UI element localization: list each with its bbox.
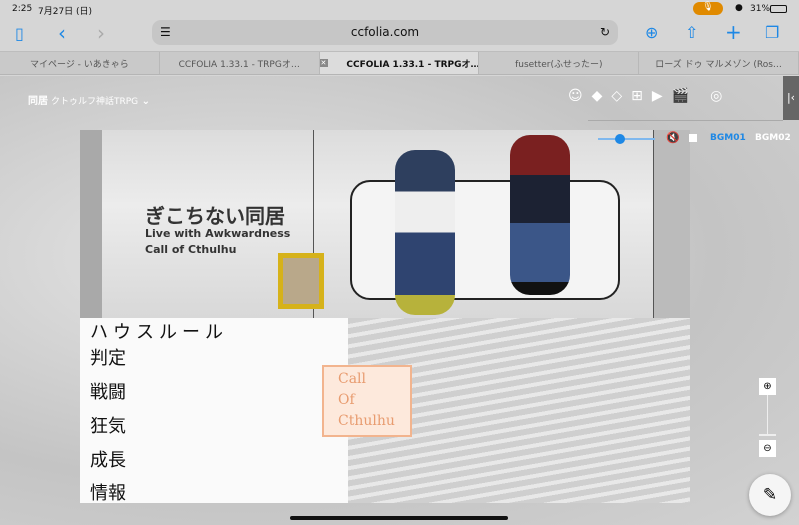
back-button[interactable]: ‹ (58, 21, 66, 45)
add-note-icon[interactable]: ⊞ (631, 88, 643, 104)
mute-icon[interactable]: 🔇 (666, 131, 680, 144)
tab-4[interactable]: fusetter(ふせったー) (479, 52, 640, 74)
zoom-out-icon[interactable]: ⊖ (759, 440, 776, 457)
character-token-blue[interactable] (395, 150, 455, 315)
zoom-slider-thumb[interactable] (759, 434, 776, 436)
tab-3[interactable]: ✕ CCFOLIA 1.33.1 - TRPGオ… (319, 52, 480, 74)
rule-item: 成長 (90, 450, 126, 471)
framed-portrait[interactable] (278, 253, 324, 309)
layers-outline-icon[interactable]: ◇ (611, 88, 622, 104)
room-name: 同居 (28, 96, 48, 107)
collapse-panel-button[interactable]: |‹ (783, 76, 799, 120)
status-time: 2:25 (12, 4, 33, 14)
download-icon[interactable]: ⊕ (645, 23, 658, 42)
battery-icon (770, 5, 787, 13)
status-date: 7月27日 (日) (38, 7, 93, 17)
rule-item: 戦闘 (90, 382, 126, 403)
scene-icon[interactable]: 🎬 (672, 88, 689, 104)
stop-icon[interactable] (689, 134, 697, 142)
address-bar[interactable]: ☰ ccfolia.com ↻ (152, 20, 618, 45)
tab-overview-icon[interactable]: ❐ (765, 23, 779, 42)
rule-item: 判定 (90, 348, 126, 369)
zoom-in-icon[interactable]: ⊕ (759, 378, 776, 395)
tab-label: ローズ ドゥ マルメゾン (Ros… (655, 59, 782, 70)
rule-item: 狂気 (90, 416, 126, 437)
system-name: Call of Cthulhu (145, 243, 237, 256)
banner-edge (80, 130, 102, 318)
wifi-icon: ● (735, 3, 743, 13)
bgm02-tab[interactable]: BGM02 (755, 133, 791, 143)
tab-1[interactable]: マイページ - いあきゃら (0, 52, 160, 74)
tab-label: CCFOLIA 1.33.1 - TRPGオ… (178, 59, 300, 70)
tab-label: fusetter(ふせったー) (515, 59, 603, 70)
tab-5[interactable]: ローズ ドゥ マルメゾン (Ros… (639, 52, 799, 74)
avatar[interactable]: ◎ (710, 88, 722, 104)
game-board[interactable]: ぎこちない同居 Live with Awkwardness Call of Ct… (80, 130, 690, 504)
title-banner: ぎこちない同居 Live with Awkwardness Call of Ct… (80, 130, 690, 318)
character-icon[interactable]: ☺ (568, 88, 583, 104)
title-jp: ぎこちない同居 (145, 204, 285, 228)
forward-button[interactable]: › (97, 21, 105, 45)
chevron-down-icon: ⌄ (141, 96, 151, 107)
new-tab-icon[interactable]: + (725, 20, 742, 44)
close-tab-icon[interactable]: ✕ (319, 59, 329, 67)
reader-icon[interactable]: ☰ (160, 20, 171, 45)
character-token-red[interactable] (510, 135, 570, 295)
pencil-icon: ✎ (762, 485, 778, 505)
share-icon[interactable]: ⇧ (685, 23, 698, 42)
tab-2[interactable]: CCFOLIA 1.33.1 - TRPGオ… (160, 52, 320, 74)
tab-bar: マイページ - いあきゃら CCFOLIA 1.33.1 - TRPGオ… ✕ C… (0, 51, 799, 75)
screen-icon[interactable]: ▶ (652, 88, 663, 104)
rule-item: 情報 (90, 483, 126, 504)
banner-edge (653, 130, 690, 318)
room-system: クトゥルフ神話TRPG (51, 97, 139, 107)
card-line: Of (338, 392, 355, 408)
title-en: Live with Awkwardness (145, 227, 291, 240)
edit-button[interactable]: ✎ (749, 474, 791, 516)
sofa-illustration[interactable] (350, 180, 620, 300)
bgm01-tab[interactable]: BGM01 (710, 133, 746, 143)
rules-heading: ハウスルール (90, 322, 228, 343)
coc-card[interactable]: Call Of Cthulhu (322, 365, 412, 437)
sidebar-toggle-icon[interactable]: ▯ (15, 24, 24, 43)
house-rules-panel[interactable]: ハウスルール 判定 戦闘 狂気 成長 情報 (80, 318, 348, 504)
tab-label: マイページ - いあきゃら (30, 59, 129, 70)
battery-level: 31% (750, 4, 771, 14)
zoom-slider[interactable] (767, 395, 768, 435)
reload-icon[interactable]: ↻ (600, 20, 610, 45)
url-text: ccfolia.com (350, 25, 420, 39)
status-bar: 2:25 7月27日 (日) 🎙 ● 31% (0, 0, 799, 18)
card-line: Cthulhu (338, 413, 395, 429)
room-title[interactable]: 同居 クトゥルフ神話TRPG ⌄ (28, 92, 150, 107)
layers-icon[interactable]: ◆ (592, 88, 603, 104)
home-indicator (290, 516, 508, 520)
microphone-icon: 🎙 (693, 2, 723, 15)
card-line: Call (338, 371, 367, 387)
volume-slider-thumb[interactable] (615, 134, 625, 144)
tab-label: CCFOLIA 1.33.1 - TRPGオ… (346, 59, 480, 70)
volume-slider[interactable] (598, 138, 655, 140)
room-toolbar: ☺ ◆ ◇ ⊞ ▶ 🎬 ◎ (568, 88, 722, 104)
divider (588, 120, 783, 121)
